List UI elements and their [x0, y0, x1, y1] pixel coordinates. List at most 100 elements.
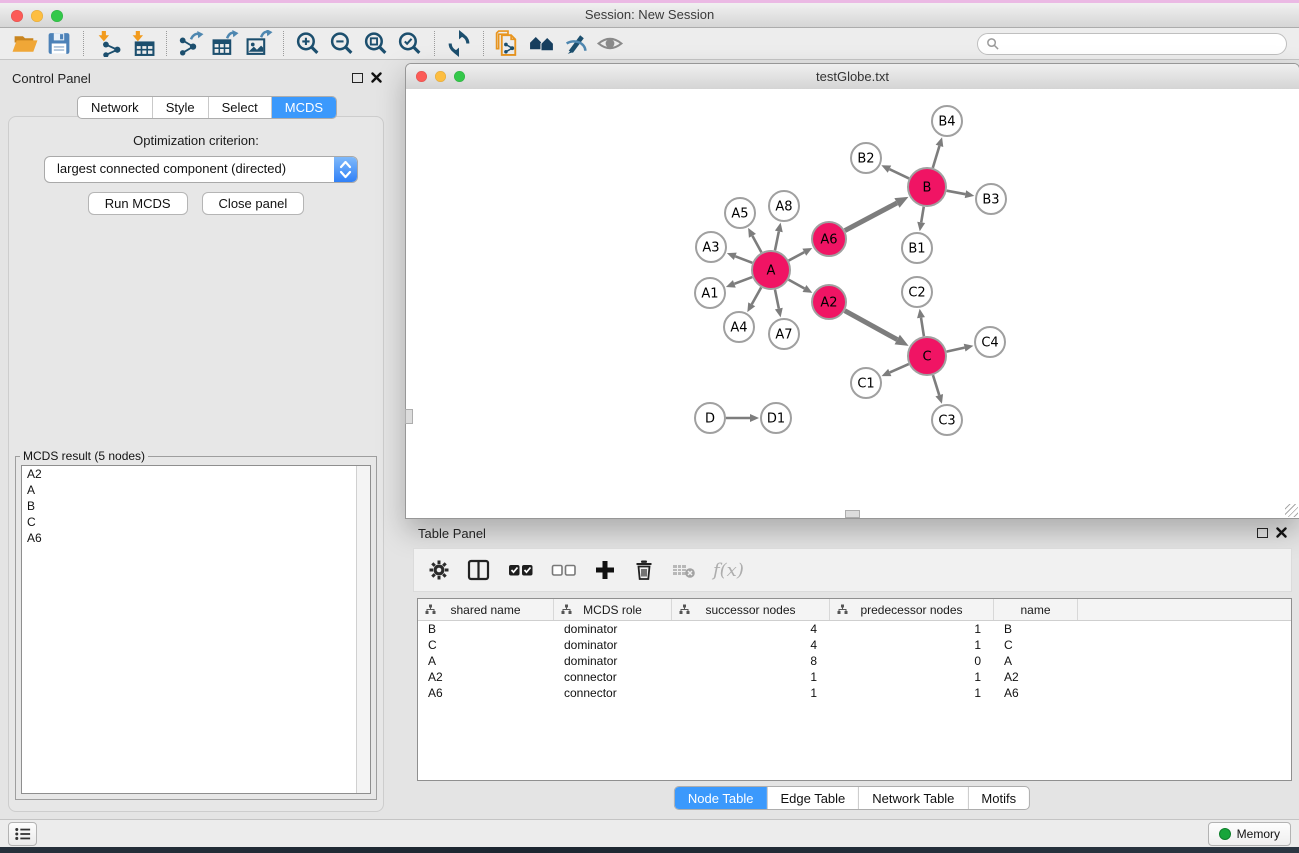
network-canvas[interactable]: B4B2BB3A8A5A6A3B1AC2A1A2A4A7C4CC1DD1C3 — [406, 89, 1299, 518]
export-image-icon[interactable] — [244, 30, 274, 57]
first-neighbors-icon[interactable] — [527, 30, 557, 57]
tab-motifs[interactable]: Motifs — [967, 787, 1029, 809]
toolbar-separator — [283, 31, 284, 56]
table-row[interactable]: Bdominator41B — [418, 621, 1291, 637]
mcds-result-list[interactable]: A2ABCA6 — [21, 465, 371, 794]
show-columns-icon[interactable] — [467, 559, 491, 581]
tab-mcds[interactable]: MCDS — [271, 97, 336, 118]
table-cell: C — [994, 638, 1078, 652]
table-row[interactable]: Adominator80A — [418, 653, 1291, 669]
table-cell: 1 — [672, 686, 830, 700]
column-header[interactable]: shared name — [418, 599, 554, 620]
graph-edge-arrowhead-icon — [917, 309, 925, 319]
import-table-icon[interactable] — [127, 30, 157, 57]
graph-edge-arrowhead-icon — [750, 414, 759, 422]
hide-labels-icon[interactable] — [561, 30, 591, 57]
tab-select[interactable]: Select — [208, 97, 271, 118]
network-view-window[interactable]: testGlobe.txt B4B2BB3A8A5A6A3B1AC2A1A2A4… — [405, 63, 1299, 519]
column-header[interactable]: predecessor nodes — [830, 599, 994, 620]
network-window-titlebar[interactable]: testGlobe.txt — [406, 64, 1299, 90]
table-row[interactable]: A2connector11A2 — [418, 669, 1291, 685]
graph-node-label: B4 — [938, 115, 955, 130]
splitter-handle-horizontal[interactable] — [845, 510, 860, 518]
zoom-selected-icon[interactable] — [395, 30, 425, 57]
show-hide-graphics-icon[interactable] — [595, 30, 625, 57]
task-list-icon — [14, 826, 32, 842]
graph-node-label: B2 — [857, 152, 874, 167]
float-panel-icon[interactable] — [352, 73, 363, 83]
column-header[interactable]: MCDS role — [554, 599, 672, 620]
zoom-in-icon[interactable] — [293, 30, 323, 57]
save-session-icon[interactable] — [44, 30, 74, 57]
refresh-icon[interactable] — [444, 30, 474, 57]
tab-network-table[interactable]: Network Table — [858, 787, 967, 809]
column-header[interactable]: name — [994, 599, 1078, 620]
column-header[interactable]: successor nodes — [672, 599, 830, 620]
task-history-button[interactable] — [8, 822, 37, 846]
close-table-panel-icon[interactable] — [1276, 527, 1287, 538]
float-table-panel-icon[interactable] — [1257, 528, 1268, 538]
table-row[interactable]: Cdominator41C — [418, 637, 1291, 653]
close-panel-button[interactable]: Close panel — [202, 192, 305, 215]
memory-button[interactable]: Memory — [1208, 822, 1291, 846]
criterion-value: largest connected component (directed) — [57, 161, 286, 176]
graph-edge — [775, 290, 779, 309]
graph-edge — [947, 348, 965, 352]
export-table-icon[interactable] — [210, 30, 240, 57]
graph-node-label: C1 — [857, 377, 874, 392]
table-cell: 8 — [672, 654, 830, 668]
criterion-dropdown[interactable]: largest connected component (directed) — [44, 156, 358, 183]
import-network-icon[interactable] — [93, 30, 123, 57]
search-icon — [986, 37, 999, 50]
table-cell: A2 — [994, 670, 1078, 684]
search-input[interactable] — [1004, 36, 1278, 52]
mcds-result-item[interactable]: C — [22, 514, 370, 530]
tab-network[interactable]: Network — [78, 97, 152, 118]
graph-edge-arrowhead-icon — [936, 137, 944, 147]
memory-label: Memory — [1237, 827, 1280, 841]
graph-edge — [752, 287, 761, 304]
splitter-handle-vertical[interactable] — [405, 409, 413, 424]
graph-node-label: C2 — [908, 286, 925, 301]
table-cell: A — [994, 654, 1078, 668]
zoom-fit-icon[interactable] — [361, 30, 391, 57]
column-header-label: name — [1020, 603, 1050, 617]
select-all-icon[interactable] — [508, 559, 534, 581]
delete-column-icon[interactable] — [633, 559, 655, 581]
graph-edge — [845, 203, 897, 231]
graph-edge — [789, 280, 805, 289]
deselect-all-icon[interactable] — [551, 559, 577, 581]
main-titlebar[interactable]: Session: New Session — [0, 3, 1299, 28]
scrollbar-track[interactable] — [356, 466, 370, 793]
tab-node-table[interactable]: Node Table — [675, 787, 767, 809]
search-field[interactable] — [977, 33, 1287, 55]
control-panel: Control Panel Network Style Select MCDS … — [0, 60, 392, 815]
delete-table-icon-disabled — [672, 559, 696, 581]
graph-node-label: D1 — [767, 412, 785, 427]
zoom-out-icon[interactable] — [327, 30, 357, 57]
table-row[interactable]: A6connector11A6 — [418, 685, 1291, 701]
open-session-icon[interactable] — [10, 30, 40, 57]
column-type-icon — [679, 604, 690, 615]
table-cell: B — [418, 622, 554, 636]
table-settings-gear-icon[interactable] — [428, 559, 450, 581]
mcds-result-item[interactable]: A2 — [22, 466, 370, 482]
table-cell: 1 — [830, 670, 994, 684]
export-network-icon[interactable] — [176, 30, 206, 57]
add-column-icon[interactable] — [594, 559, 616, 581]
mcds-result-item[interactable]: A — [22, 482, 370, 498]
network-from-clipboard-icon[interactable] — [493, 30, 523, 57]
run-mcds-button[interactable]: Run MCDS — [88, 192, 188, 215]
tab-style[interactable]: Style — [152, 97, 208, 118]
close-panel-icon[interactable] — [371, 72, 382, 83]
graph-edge-arrowhead-icon — [775, 223, 783, 233]
network-graph: B4B2BB3A8A5A6A3B1AC2A1A2A4A7C4CC1DD1C3 — [406, 89, 1297, 517]
toolbar-separator — [434, 31, 435, 56]
tab-edge-table[interactable]: Edge Table — [766, 787, 858, 809]
graph-node-label: A8 — [775, 200, 792, 215]
table-cell: 1 — [672, 670, 830, 684]
mcds-result-item[interactable]: A6 — [22, 530, 370, 546]
resize-grip-icon[interactable] — [1285, 504, 1298, 517]
graph-edge — [890, 364, 909, 372]
mcds-result-item[interactable]: B — [22, 498, 370, 514]
